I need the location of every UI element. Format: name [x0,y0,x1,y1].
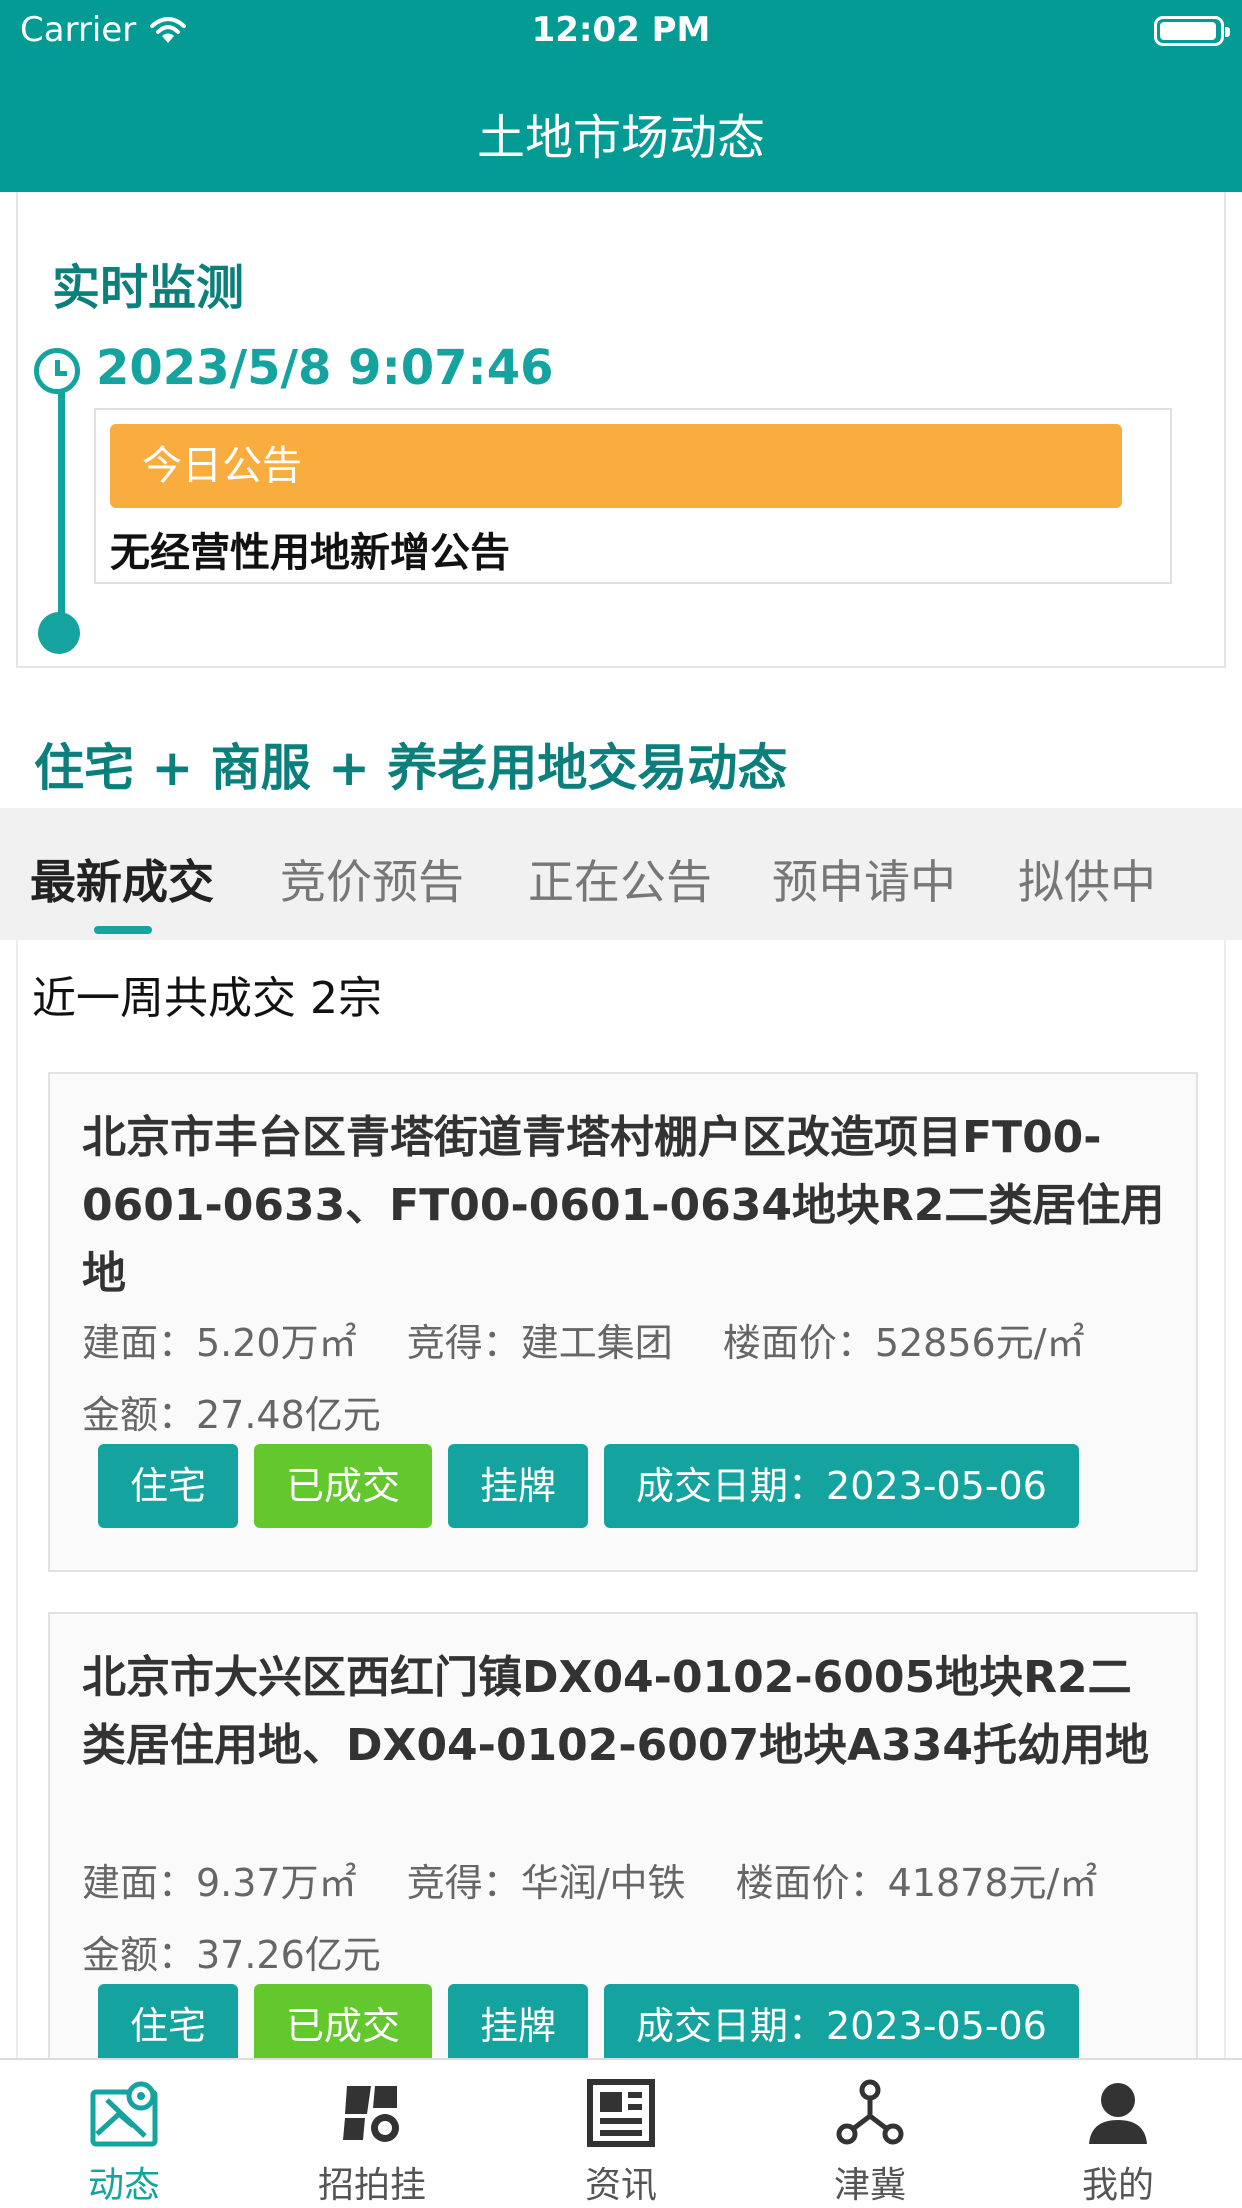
tab-announcing[interactable]: 正在公告 [528,846,712,912]
tabbar-label: 动态 [87,2165,160,2206]
deal-name: 北京市大兴区西红门镇DX04-0102-6005地块R2二类居住用地、DX04-… [82,1652,1150,1771]
deal-area: 建面：9.37万㎡ [82,1861,357,1905]
deal-name: 北京市丰台区青塔街道青塔村棚户区改造项目FT00-0601-0633、FT00-… [82,1112,1165,1299]
land-parcel-icon [343,2086,399,2142]
tag-listing: 挂牌 [448,1444,589,1528]
deal-area: 建面：5.20万㎡ [82,1321,357,1365]
map-pin-icon [90,2081,158,2147]
tag-listing: 挂牌 [448,1984,589,2060]
notice-box[interactable]: 今日公告 无经营性用地新增公告 [94,408,1172,584]
deals-heading: 住宅 + 商服 + 养老用地交易动态 [34,739,788,797]
deals-list: 近一周共成交 2宗 北京市丰台区青塔街道青塔村棚户区改造项目FT00-0601-… [16,940,1226,2060]
deal-winner: 竞得：建工集团 [406,1321,673,1365]
tag-deal-date: 成交日期：2023-05-06 [604,1444,1079,1528]
tag-sold: 已成交 [254,1444,433,1528]
weekly-summary: 近一周共成交 2宗 [32,973,382,1024]
notice-text: 无经营性用地新增公告 [110,530,510,576]
user-icon [1089,2083,1147,2144]
battery-icon [1154,16,1230,46]
deal-meta: 建面：5.20万㎡ 竞得：建工集团 楼面价：52856元/㎡ [82,1312,1123,1367]
tag-deal-date: 成交日期：2023-05-06 [604,1984,1079,2060]
today-notice-badge: 今日公告 [110,424,1122,508]
top-bar: Carrier 12:02 PM 土地市场动态 [0,0,1242,192]
deal-card[interactable]: 北京市大兴区西红门镇DX04-0102-6005地块R2二类居住用地、DX04-… [48,1612,1198,2060]
tab-planned-supply[interactable]: 拟供中 [1018,846,1156,912]
bottom-tab-bar: 动态 招拍挂 资讯 津冀 我的 [0,2058,1242,2208]
deal-floor-price: 楼面价：52856元/㎡ [722,1321,1085,1365]
deal-tags: 住宅 已成交 挂牌 成交日期：2023-05-06 [98,1984,1079,2060]
deal-amount: 金额：37.26亿元 [82,1933,381,1977]
tabbar-item-jinji[interactable]: 津冀 [790,2078,950,2208]
tag-residential: 住宅 [98,1444,239,1528]
tab-indicator [94,926,152,934]
deal-card[interactable]: 北京市丰台区青塔街道青塔村棚户区改造项目FT00-0601-0633、FT00-… [48,1072,1198,1572]
tab-auction-preview[interactable]: 竞价预告 [280,846,464,912]
realtime-timestamp: 2023/5/8 9:07:46 [96,340,554,396]
tabbar-item-news[interactable]: 资讯 [541,2078,701,2208]
status-time: 12:02 PM [531,10,711,50]
deal-tabs: 最新成交 竞价预告 正在公告 预申请中 拟供中 [0,808,1242,940]
deal-winner: 竞得：华润/中铁 [406,1861,686,1905]
tag-residential: 住宅 [98,1984,239,2060]
tab-pre-application[interactable]: 预申请中 [772,846,956,912]
tabbar-item-mine[interactable]: 我的 [1038,2078,1198,2208]
tabbar-label: 我的 [1081,2165,1154,2206]
tabbar-label: 资讯 [584,2165,657,2206]
realtime-title: 实时监测 [52,260,245,316]
deal-meta: 建面：9.37万㎡ 竞得：华润/中铁 楼面价：41878元/㎡ [82,1852,1135,1907]
network-icon [836,2079,904,2145]
deal-tags: 住宅 已成交 挂牌 成交日期：2023-05-06 [98,1444,1079,1528]
deal-floor-price: 楼面价：41878元/㎡ [735,1861,1098,1905]
newspaper-icon [587,2079,655,2147]
tabbar-label: 津冀 [833,2165,906,2206]
tabbar-item-dynamics[interactable]: 动态 [44,2078,204,2208]
status-bar: Carrier 12:02 PM [0,0,1242,62]
deal-amount: 金额：27.48亿元 [82,1393,381,1437]
tag-sold: 已成交 [254,1984,433,2060]
tab-latest-deals[interactable]: 最新成交 [30,846,214,912]
tabbar-item-auction[interactable]: 招拍挂 [292,2078,452,2208]
timeline-line [58,387,65,627]
page-title: 土地市场动态 [476,110,765,166]
clock-icon [34,348,80,394]
realtime-card: 实时监测 2023/5/8 9:07:46 今日公告 无经营性用地新增公告 [16,192,1226,668]
timeline-dot [38,612,80,654]
tabbar-label: 招拍挂 [317,2165,426,2206]
